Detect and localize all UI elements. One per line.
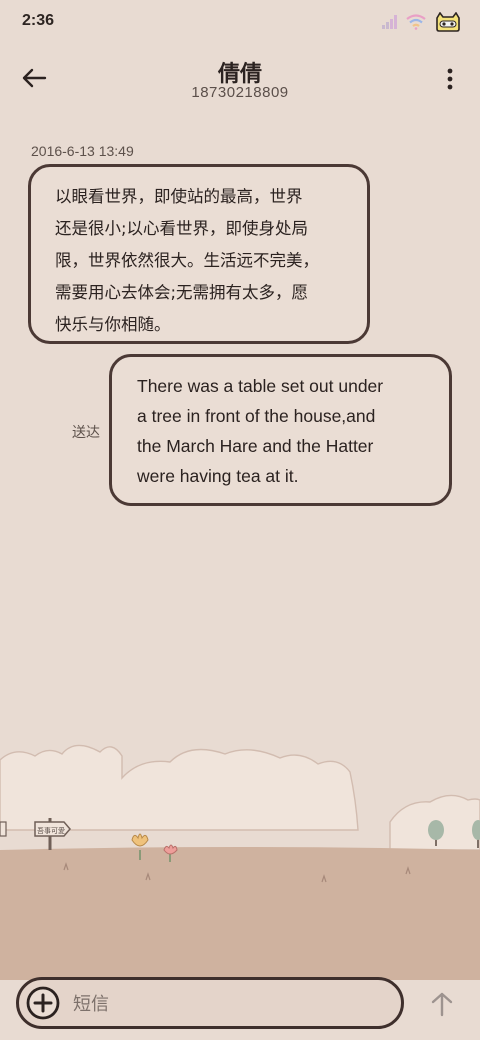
message-line: 以眼看世界，即使站的最高，世界 [55, 187, 303, 206]
message-line: 还是很小;以心看世界，即使身处局 [55, 219, 309, 238]
delivery-status: 送达 [72, 425, 100, 441]
message-composer [16, 977, 404, 1029]
status-time: 2:36 [22, 12, 55, 29]
message-line: 快乐与你相随。 [55, 315, 171, 334]
status-bar: 2:36 [0, 0, 480, 44]
message-input[interactable] [71, 985, 375, 1023]
signal-icon [382, 15, 397, 29]
message-line: a tree in front of the house,and [137, 406, 376, 426]
background-scenery: 吾事可愛 [0, 744, 480, 980]
cloud-shape [0, 744, 359, 831]
sign-label: 吾事可愛 [37, 826, 65, 835]
sent-message-bubble[interactable]: There was a table set out under a tree i… [109, 354, 452, 506]
message-line: There was a table set out under [137, 376, 384, 396]
more-vertical-icon [447, 68, 453, 90]
message-line: were having tea at it. [137, 466, 299, 486]
status-icons [382, 10, 462, 34]
tree-shape [428, 820, 444, 840]
battery-icon [436, 12, 460, 32]
flower-shape [131, 833, 149, 847]
message-line: 需要用心去体会;无需拥有太多，愿 [55, 283, 309, 302]
conversation-header: 倩倩 18730218809 [0, 50, 480, 110]
message-line: 限，世界依然很大。生活远不完美， [55, 251, 319, 270]
more-options-button[interactable] [438, 64, 462, 94]
arrow-up-icon[interactable] [428, 990, 456, 1018]
contact-phone-number: 18730218809 [191, 84, 289, 101]
received-message-bubble[interactable]: 以眼看世界，即使站的最高，世界 还是很小;以心看世界，即使身处局 限，世界依然很… [28, 164, 370, 344]
wifi-icon [406, 14, 426, 30]
message-line: the March Hare and the Hatter [137, 436, 374, 456]
add-icon[interactable] [26, 986, 60, 1020]
message-timestamp: 2016-6-13 13:49 [31, 143, 134, 159]
